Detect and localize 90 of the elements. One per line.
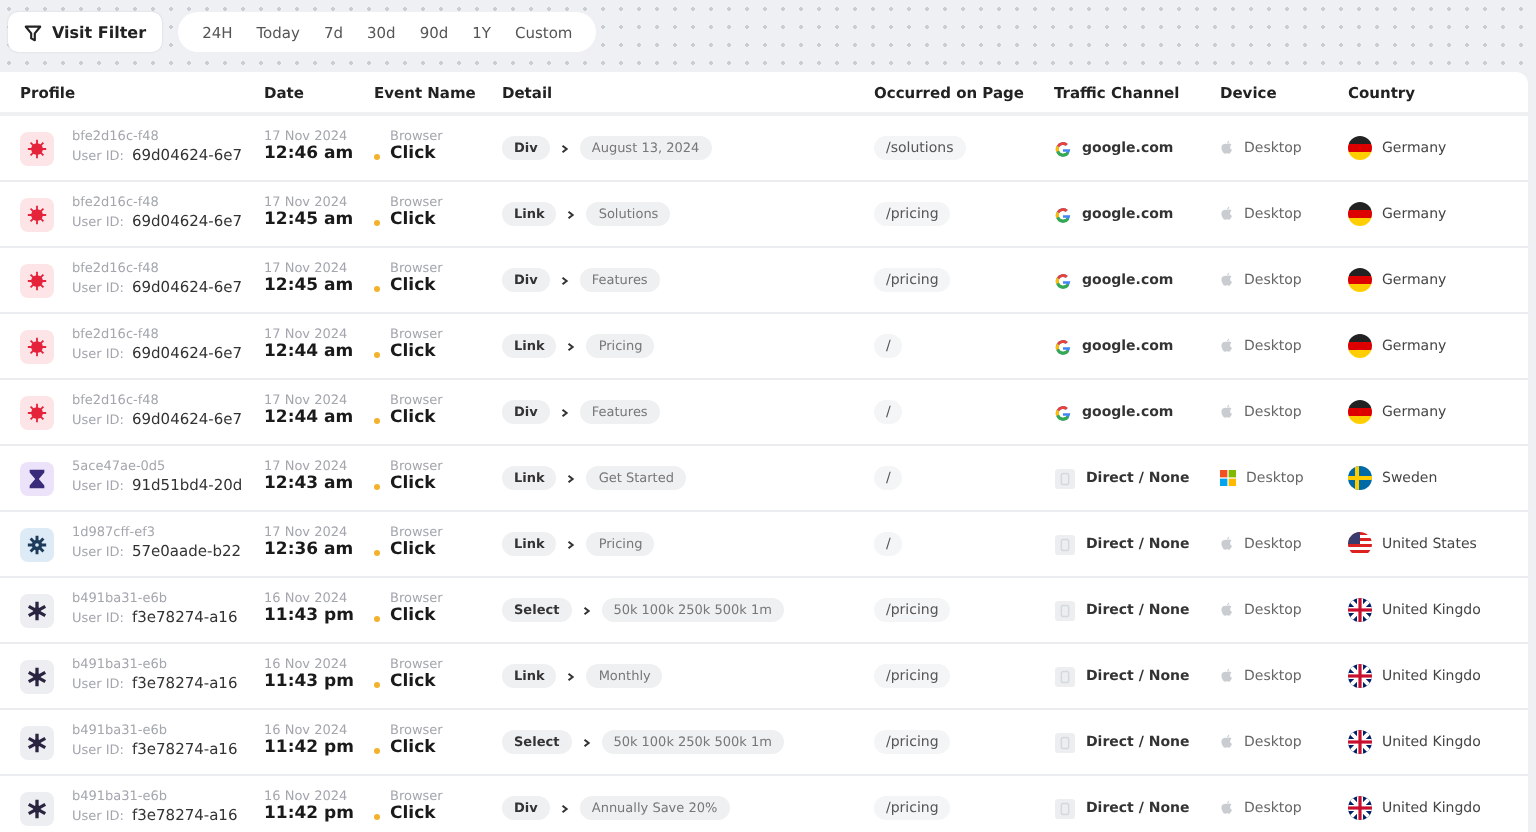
page-icon — [1054, 533, 1076, 555]
flag-icon — [1348, 796, 1372, 820]
avatar-icon — [20, 791, 54, 825]
apple-icon — [1220, 206, 1234, 222]
google-icon — [1054, 139, 1072, 157]
event-dot — [374, 615, 380, 622]
event-name: Click — [390, 740, 436, 761]
google-icon — [1054, 337, 1072, 355]
page-icon — [1054, 665, 1076, 687]
event-dot — [374, 153, 380, 160]
avatar-icon — [20, 461, 54, 495]
windows-icon — [1220, 470, 1236, 486]
chevron-icon — [559, 275, 570, 285]
flag-icon — [1348, 598, 1372, 622]
event-dot — [374, 681, 380, 688]
chevron-icon — [559, 803, 570, 813]
event-time: 12:46 am — [264, 146, 356, 167]
apple-icon — [1220, 536, 1234, 552]
event-name: Click — [390, 410, 436, 431]
avatar-icon — [20, 197, 54, 231]
apple-icon — [1220, 602, 1234, 618]
chevron-icon — [581, 605, 592, 615]
chevron-icon — [566, 341, 577, 351]
visit-filter-button[interactable]: Visit Filter — [8, 12, 163, 52]
page-icon — [1054, 731, 1076, 753]
apple-icon — [1220, 404, 1234, 420]
event-time: 12:36 am — [264, 542, 356, 563]
avatar-icon — [20, 593, 54, 627]
chevron-icon — [566, 671, 577, 681]
chevron-icon — [559, 407, 570, 417]
avatar-icon — [20, 131, 54, 165]
event-name: Click — [390, 212, 436, 233]
page-icon — [1054, 467, 1076, 489]
event-time: 12:44 am — [264, 344, 356, 365]
event-time: 11:43 pm — [264, 608, 356, 629]
event-dot — [374, 747, 380, 754]
event-time: 12:43 am — [264, 476, 356, 497]
event-name: Click — [390, 344, 436, 365]
apple-icon — [1220, 800, 1234, 816]
avatar-icon — [20, 725, 54, 759]
avatar-icon — [20, 263, 54, 297]
flag-icon — [1348, 664, 1372, 688]
flag-icon — [1348, 730, 1372, 754]
event-time: 12:45 am — [264, 212, 356, 233]
avatar-icon — [20, 395, 54, 429]
page-icon — [1054, 599, 1076, 621]
flag-icon — [1348, 466, 1372, 490]
event-dot — [374, 417, 380, 424]
apple-icon — [1220, 272, 1234, 288]
google-icon — [1054, 403, 1072, 421]
flag-icon — [1348, 334, 1372, 358]
apple-icon — [1220, 668, 1234, 684]
avatar-icon — [20, 527, 54, 561]
chevron-icon — [566, 209, 577, 219]
google-icon — [1054, 205, 1072, 223]
event-name: Click — [390, 476, 436, 497]
event-name: Click — [390, 674, 436, 695]
chevron-icon — [581, 737, 592, 747]
page-icon — [1054, 797, 1076, 819]
event-time: 11:42 pm — [264, 740, 356, 761]
event-time: 12:45 am — [264, 278, 356, 299]
avatar-icon — [20, 659, 54, 693]
flag-icon — [1348, 400, 1372, 424]
event-name: Click — [390, 278, 436, 299]
apple-icon — [1220, 338, 1234, 354]
google-icon — [1054, 271, 1072, 289]
event-time: 11:43 pm — [264, 674, 356, 695]
event-name: Click — [390, 806, 436, 827]
chevron-icon — [559, 143, 570, 153]
event-name: Click — [390, 542, 436, 563]
event-dot — [374, 549, 380, 556]
avatar-icon — [20, 329, 54, 363]
event-dot — [374, 285, 380, 292]
event-name: Click — [390, 608, 436, 629]
apple-icon — [1220, 140, 1234, 156]
flag-icon — [1348, 202, 1372, 226]
flag-icon — [1348, 136, 1372, 160]
chevron-icon — [566, 539, 577, 549]
event-name: Click — [390, 146, 436, 167]
flag-icon — [1348, 268, 1372, 292]
apple-icon — [1220, 734, 1234, 750]
event-dot — [374, 219, 380, 226]
event-dot — [374, 483, 380, 490]
event-time: 11:42 pm — [264, 806, 356, 827]
event-time: 12:44 am — [264, 410, 356, 431]
event-dot — [374, 351, 380, 358]
event-dot — [374, 813, 380, 820]
flag-icon — [1348, 532, 1372, 556]
filter-icon — [24, 23, 42, 41]
chevron-icon — [566, 473, 577, 483]
